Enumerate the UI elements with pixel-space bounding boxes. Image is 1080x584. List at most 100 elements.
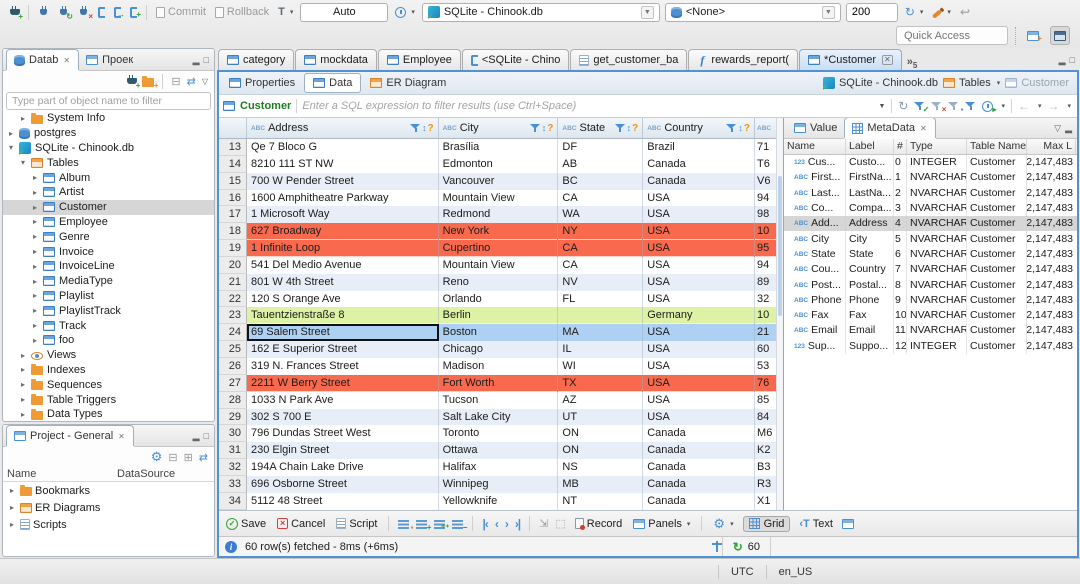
grid-cell[interactable]: 32 [755, 290, 776, 308]
twisty-icon[interactable]: ▸ [18, 351, 28, 360]
grid-cell[interactable]: USA [643, 408, 756, 426]
transaction-log-button[interactable]: T ▾ [276, 5, 295, 19]
grid-cell[interactable]: 627 Broadway [246, 223, 439, 241]
position-icon[interactable] [711, 541, 722, 552]
meta-column-header-name[interactable]: Name [784, 139, 846, 154]
tx-mode-select[interactable]: Auto [300, 2, 389, 22]
connection-select[interactable]: SQLite - Chinook.db ▼ [421, 2, 660, 22]
table-row[interactable]: 22 120 S Orange Ave Orlando FL USA 32 [219, 290, 776, 308]
view-menu-icon[interactable]: ▽ [1054, 123, 1061, 134]
editor-tab-customer[interactable]: *Customer ✕ [799, 49, 902, 70]
grid-cell[interactable]: Canada [643, 459, 756, 476]
grid-cell[interactable]: USA [643, 273, 756, 291]
tree-item-genre[interactable]: ▸ Genre [3, 229, 214, 244]
grid-cell[interactable]: USA [643, 391, 756, 409]
meta-column-header-max-l[interactable]: Max L [1027, 139, 1076, 154]
table-row[interactable]: 28 1033 N Park Ave Tucson AZ USA 85 [219, 391, 776, 409]
maximize-icon[interactable]: □ [204, 431, 209, 442]
table-row[interactable]: 34 5112 48 Street Yellowknife NT Canada X1 [219, 492, 776, 510]
grid-cell[interactable]: Fort Worth [438, 374, 559, 392]
grid-cell[interactable]: T6 [755, 155, 776, 173]
tree-item-postgres[interactable]: ▸ postgres [3, 126, 214, 141]
grid-cell[interactable]: USA [643, 223, 756, 241]
grid-cell[interactable]: Salt Lake City [438, 408, 559, 426]
twisty-icon[interactable]: ▸ [7, 503, 17, 512]
duplicate-row-icon[interactable]: ⁺⁺ [434, 519, 449, 531]
grid-cell[interactable]: ON [558, 425, 644, 443]
grid-cell[interactable]: B3 [755, 459, 776, 476]
tree-item-indexes[interactable]: ▸ Indexes [3, 363, 214, 378]
tree-item-album[interactable]: ▸ Album [3, 170, 214, 185]
grid-cell[interactable]: DF [558, 139, 644, 156]
grid-cell[interactable]: Cupertino [438, 240, 559, 257]
tree-item-sqlite-chinook-db[interactable]: ▾ SQLite - Chinook.db [3, 141, 214, 157]
grid-cell[interactable]: AZ [558, 391, 644, 409]
link-editor-icon[interactable]: ⇄ [187, 75, 196, 88]
grid-cell[interactable]: Halifax [438, 459, 559, 476]
fetch-size-input[interactable] [845, 2, 898, 22]
collapse-all-icon[interactable]: ⊟ [168, 451, 177, 464]
twisty-icon[interactable]: ▸ [30, 173, 40, 182]
grid-cell[interactable]: Winnipeg [438, 475, 559, 493]
disconnect-button[interactable]: × [76, 5, 93, 21]
editor-tab-get-customer-ba[interactable]: get_customer_ba [570, 49, 688, 70]
metadata-row-fax[interactable]: ABC Fax Fax 10 NVARCHAR Customer 2,147,483 [784, 307, 1077, 324]
metadata-row-city[interactable]: ABC City City 5 NVARCHAR Customer 2,147,483 [784, 231, 1077, 247]
grid-cell[interactable]: R3 [755, 475, 776, 493]
row-number[interactable]: 27 [219, 374, 247, 392]
tree-item-table-triggers[interactable]: ▸ Table Triggers [3, 392, 214, 407]
tree-item-sequences[interactable]: ▸ Sequences [3, 377, 214, 392]
twisty-icon[interactable]: ▸ [30, 262, 40, 271]
delete-row-icon[interactable]: − [452, 519, 467, 531]
grid-cell[interactable]: IL [558, 341, 644, 358]
row-number[interactable]: 15 [219, 172, 247, 190]
row-number[interactable]: 25 [219, 341, 247, 358]
record-button[interactable]: Record [573, 517, 624, 531]
grid-cell[interactable]: NV [558, 273, 644, 291]
settings-button[interactable]: ⚙ ▾ [711, 517, 735, 531]
grid-cell[interactable]: 194A Chain Lake Drive [246, 459, 439, 476]
grid-cell[interactable]: Madison [438, 357, 559, 375]
sort-icon[interactable]: ↕ [738, 123, 743, 133]
filter-history-dropdown-icon[interactable]: ▼ [878, 103, 885, 110]
table-row[interactable]: 29 302 S 700 E Salt Lake City UT USA 84 [219, 408, 776, 426]
column-header-address[interactable]: ABC Address ↕? [247, 118, 439, 138]
metadata-row-email[interactable]: ABC Email Email 11 NVARCHAR Customer 2,147,483 [784, 323, 1077, 339]
previous-row-button[interactable]: ‹ [495, 517, 499, 531]
table-row[interactable]: 27 2211 W Berry Street Fort Worth TX USA 76 [219, 374, 776, 392]
grid-cell[interactable]: Qe 7 Bloco G [246, 139, 439, 156]
rollback-button[interactable]: Rollback [213, 5, 271, 19]
editor-tab-rewards-report[interactable]: f rewards_report( [688, 49, 799, 70]
sort-icon[interactable]: ↕ [422, 123, 427, 133]
table-row[interactable]: 30 796 Dundas Street West Toronto ON Canada M… [219, 425, 776, 443]
more-editors-button[interactable]: »5 [907, 56, 918, 70]
grid-cell[interactable]: Tucson [438, 391, 559, 409]
grid-cell[interactable]: MA [558, 324, 644, 342]
grid-cell[interactable]: USA [643, 341, 756, 358]
minimize-icon[interactable]: ▂ [1065, 123, 1072, 134]
grid-cell[interactable]: WA [558, 206, 644, 224]
project-item-er-diagrams[interactable]: ▸ ER Diagrams [3, 499, 214, 516]
tab-er-diagram[interactable]: ER Diagram [362, 73, 454, 93]
grid-cell[interactable]: 60 [755, 341, 776, 358]
row-number[interactable]: 29 [219, 408, 247, 426]
last-row-button[interactable]: ›| [515, 517, 521, 531]
twisty-icon[interactable]: ▸ [30, 188, 40, 197]
grid-cell[interactable]: 84 [755, 408, 776, 426]
close-icon[interactable]: ✕ [919, 123, 928, 134]
row-number[interactable]: 32 [219, 459, 247, 476]
schema-select[interactable]: <None> ▼ [664, 2, 841, 22]
grid-cell[interactable]: USA [643, 357, 756, 375]
grid-cell[interactable]: 94 [755, 256, 776, 274]
back-icon[interactable]: ← [1018, 99, 1030, 113]
grid-cell[interactable]: 5112 48 Street [246, 492, 439, 510]
twisty-icon[interactable]: ▸ [30, 247, 40, 256]
editor-tab-sqlite-chino[interactable]: <SQLite - Chino [461, 49, 570, 70]
twisty-icon[interactable]: ▸ [7, 486, 17, 495]
grid-cell[interactable]: Tauentzienstraße 8 [246, 307, 439, 325]
maximize-icon[interactable]: □ [1070, 55, 1075, 66]
grid-cell[interactable]: USA [643, 324, 756, 342]
twisty-icon[interactable]: ▸ [30, 306, 40, 315]
grid-cell[interactable]: AB [558, 155, 644, 173]
link-editor-icon[interactable]: ⇄ [199, 451, 208, 464]
